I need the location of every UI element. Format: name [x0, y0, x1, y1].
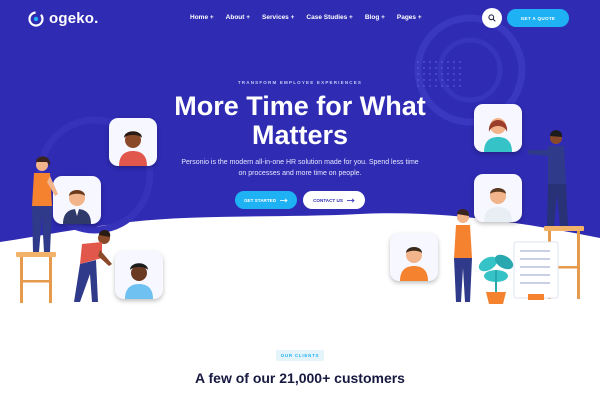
nav-item-home[interactable]: Home +	[190, 14, 214, 21]
stool-left-illustration	[16, 252, 56, 303]
get-a-quote-button[interactable]: GET A QUOTE	[507, 9, 569, 27]
arrow-right-icon	[280, 197, 288, 203]
person-avatar-illustration	[484, 118, 512, 152]
plant-illustration	[478, 254, 514, 304]
profile-card	[474, 174, 522, 222]
person-avatar-illustration	[484, 188, 512, 222]
hero-section: ogeko. Home + About + Services + Case St…	[0, 0, 600, 320]
brand-name: ogeko.	[49, 10, 99, 27]
hero-subtitle: Personio is the modern all-in-one HR sol…	[181, 159, 419, 177]
nav-item-services[interactable]: Services +	[262, 14, 294, 21]
contact-us-button[interactable]: CONTACT US	[303, 191, 365, 209]
person-thinking-illustration	[454, 208, 472, 302]
hero-eyebrow: TRANSFORM EMPLOYEE EXPERIENCES	[237, 80, 363, 85]
nav-item-blog[interactable]: Blog +	[365, 14, 385, 21]
person-presenting-illustration	[528, 130, 568, 226]
clients-title: A few of our 21,000+ customers	[195, 370, 405, 386]
person-standing-illustration	[32, 156, 58, 252]
main-nav: Home + About + Services + Case Studies +…	[190, 14, 422, 21]
profile-card	[390, 233, 438, 281]
get-started-label: GET STARTED	[243, 197, 277, 203]
get-started-button[interactable]: GET STARTED	[235, 191, 297, 209]
arrow-right-icon	[346, 197, 355, 203]
nav-item-case-studies[interactable]: Case Studies +	[306, 14, 352, 21]
nav-item-about[interactable]: About +	[226, 14, 250, 21]
person-avatar-illustration	[400, 247, 428, 281]
get-a-quote-label: GET A QUOTE	[520, 15, 556, 21]
logo-icon	[28, 10, 44, 27]
profile-card	[474, 104, 522, 152]
brand-logo[interactable]: ogeko.	[28, 10, 99, 27]
hero-title: More Time for What Matters	[174, 91, 426, 150]
search-button[interactable]	[482, 8, 502, 28]
profile-card	[115, 251, 163, 299]
clients-badge: OUR CLIENTS	[276, 350, 324, 361]
person-avatar-illustration	[125, 263, 153, 299]
contact-us-label: CONTACT US	[313, 197, 343, 203]
profile-card	[109, 118, 157, 166]
person-avatar-illustration	[119, 131, 147, 166]
search-icon	[488, 14, 496, 22]
person-bending-illustration	[74, 229, 112, 302]
checklist-board-illustration	[513, 241, 559, 300]
nav-item-pages[interactable]: Pages +	[397, 14, 422, 21]
